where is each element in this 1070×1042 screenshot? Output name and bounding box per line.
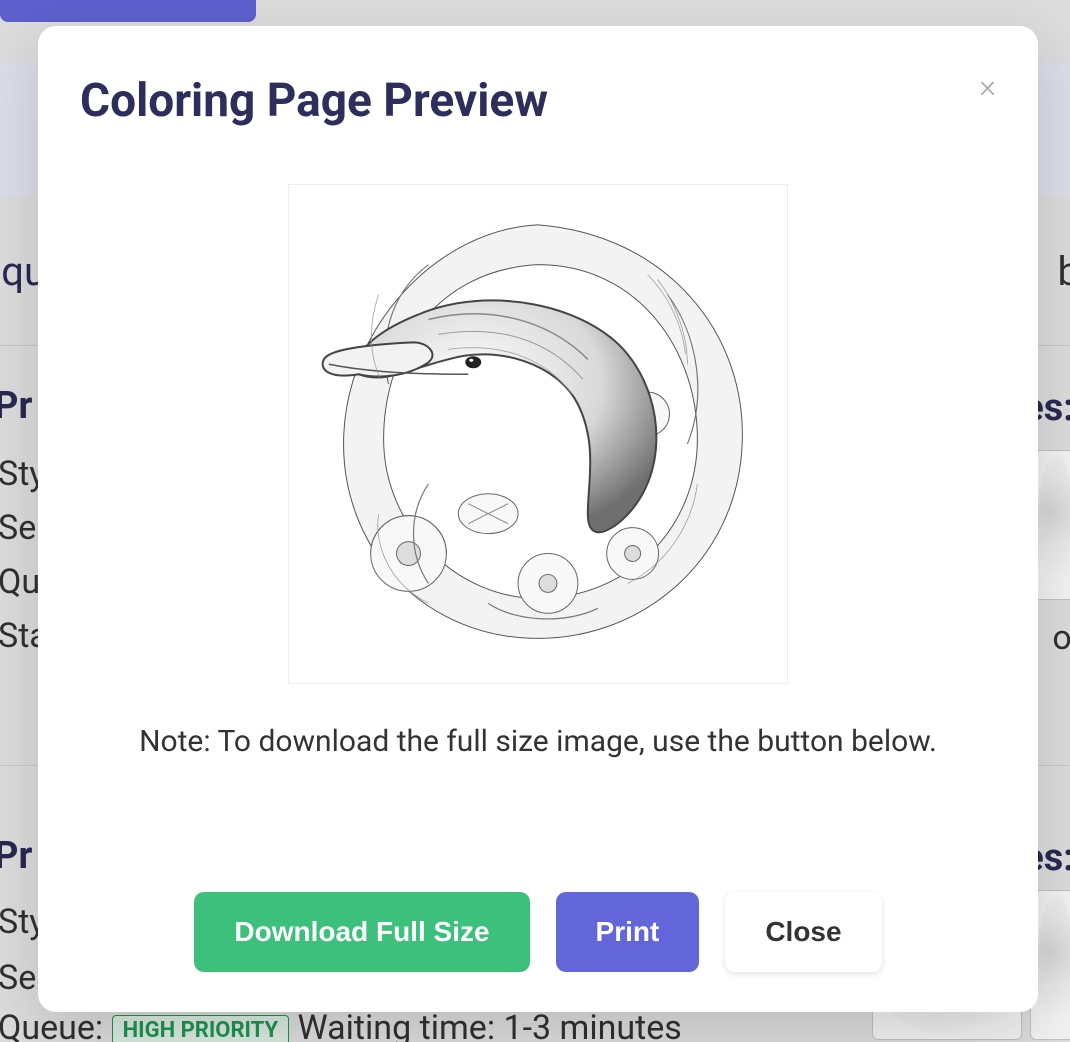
download-note: Note: To download the full size image, u… <box>80 724 996 759</box>
modal-header: Coloring Page Preview × <box>80 74 996 128</box>
modal-title: Coloring Page Preview <box>80 74 548 128</box>
preview-container: Note: To download the full size image, u… <box>80 184 996 759</box>
preview-modal: Coloring Page Preview × <box>38 26 1038 1012</box>
print-button[interactable]: Print <box>556 892 700 972</box>
preview-image <box>288 184 788 684</box>
close-icon[interactable]: × <box>979 70 996 102</box>
close-button[interactable]: Close <box>725 892 881 972</box>
modal-footer: Download Full Size Print Close <box>80 852 996 972</box>
download-full-size-button[interactable]: Download Full Size <box>194 892 529 972</box>
